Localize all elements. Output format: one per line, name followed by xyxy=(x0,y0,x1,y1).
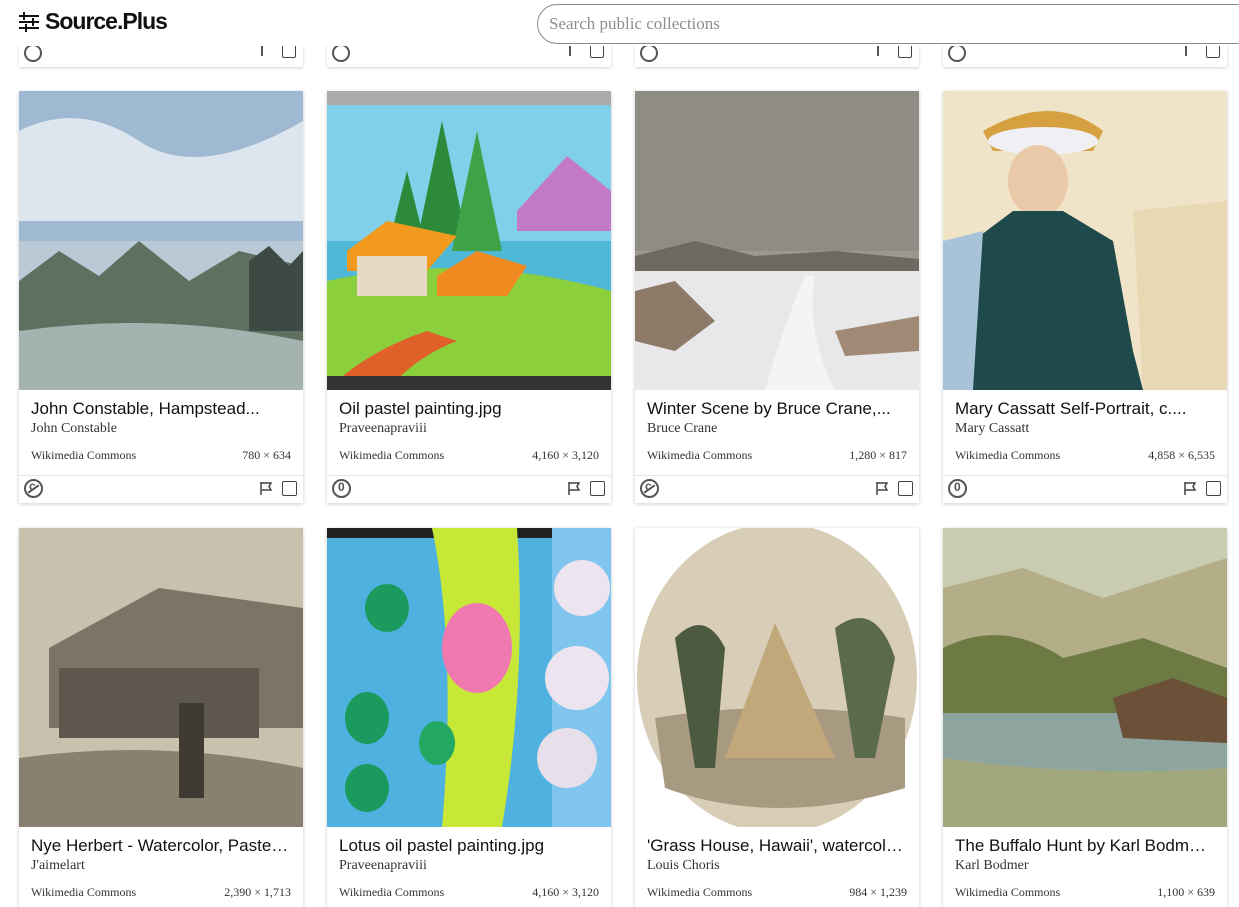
top-header: Source.Plus xyxy=(0,0,1239,46)
card-source: Wikimedia Commons xyxy=(955,448,1061,462)
card-source: Wikimedia Commons xyxy=(339,448,445,462)
card-author[interactable]: J'aimelart xyxy=(31,857,291,875)
flag-icon[interactable] xyxy=(259,481,273,496)
card-thumbnail[interactable] xyxy=(19,528,303,827)
public-domain-icon xyxy=(640,479,659,498)
card-thumbnail[interactable] xyxy=(327,91,611,390)
card-author[interactable]: Mary Cassatt xyxy=(955,420,1215,438)
select-checkbox[interactable] xyxy=(1206,481,1221,496)
flag-icon[interactable] xyxy=(1185,46,1195,56)
card-author[interactable]: Louis Choris xyxy=(647,857,907,875)
card-source: Wikimedia Commons xyxy=(955,885,1061,899)
card-thumbnail[interactable] xyxy=(327,528,611,827)
card-thumbnail[interactable] xyxy=(943,528,1227,827)
select-checkbox[interactable] xyxy=(1206,44,1220,58)
flag-icon[interactable] xyxy=(877,46,887,56)
cc0-icon xyxy=(948,479,967,498)
card-title[interactable]: Lotus oil pastel painting.jpg xyxy=(339,835,599,857)
card-author[interactable]: John Constable xyxy=(31,420,291,438)
license-icon xyxy=(24,44,42,62)
card-thumbnail[interactable] xyxy=(19,91,303,390)
card-title[interactable]: Winter Scene by Bruce Crane,... xyxy=(647,398,907,420)
card-thumbnail[interactable] xyxy=(635,528,919,827)
search-bar[interactable] xyxy=(537,4,1239,44)
select-checkbox[interactable] xyxy=(898,44,912,58)
select-checkbox[interactable] xyxy=(590,481,605,496)
card-title[interactable]: John Constable, Hampstead... xyxy=(31,398,291,420)
flag-icon[interactable] xyxy=(261,46,271,56)
license-icon xyxy=(948,44,966,62)
license-icon xyxy=(640,44,658,62)
image-card[interactable]: John Constable, Hampstead... John Consta… xyxy=(19,91,303,503)
card-title[interactable]: 'Grass House, Hawaii', watercolo... xyxy=(647,835,907,857)
image-card[interactable]: 'Grass House, Hawaii', watercolo... Loui… xyxy=(635,528,919,907)
card-author[interactable]: Praveenapraviii xyxy=(339,420,599,438)
logo-icon xyxy=(19,11,39,32)
card-divider xyxy=(943,475,1227,476)
card-divider xyxy=(19,475,303,476)
cc0-icon xyxy=(332,479,351,498)
flag-icon[interactable] xyxy=(1183,481,1197,496)
card-dimensions: 780 × 634 xyxy=(242,448,291,462)
card-dimensions: 984 × 1,239 xyxy=(849,885,907,899)
image-card[interactable]: Oil pastel painting.jpg Praveenapraviii … xyxy=(327,91,611,503)
card-dimensions: 1,280 × 817 xyxy=(849,448,907,462)
logo-text: Source.Plus xyxy=(45,8,168,34)
card-title[interactable]: Mary Cassatt Self-Portrait, c.... xyxy=(955,398,1215,420)
image-card[interactable]: Mary Cassatt Self-Portrait, c.... Mary C… xyxy=(943,91,1227,503)
card-divider xyxy=(327,475,611,476)
select-checkbox[interactable] xyxy=(898,481,913,496)
card-source: Wikimedia Commons xyxy=(31,448,137,462)
card-source: Wikimedia Commons xyxy=(339,885,445,899)
flag-icon[interactable] xyxy=(875,481,889,496)
flag-icon[interactable] xyxy=(569,46,579,56)
card-title[interactable]: The Buffalo Hunt by Karl Bodmer,... xyxy=(955,835,1215,857)
search-input[interactable] xyxy=(538,5,1239,43)
card-author[interactable]: Karl Bodmer xyxy=(955,857,1215,875)
site-logo[interactable]: Source.Plus xyxy=(18,8,168,35)
card-dimensions: 4,858 × 6,535 xyxy=(1148,448,1215,462)
select-checkbox[interactable] xyxy=(282,44,296,58)
card-author[interactable]: Praveenapraviii xyxy=(339,857,599,875)
select-checkbox[interactable] xyxy=(282,481,297,496)
card-thumbnail[interactable] xyxy=(943,91,1227,390)
image-card[interactable]: Lotus oil pastel painting.jpg Praveenapr… xyxy=(327,528,611,907)
license-icon xyxy=(332,44,350,62)
card-source: Wikimedia Commons xyxy=(647,448,753,462)
card-thumbnail[interactable] xyxy=(635,91,919,390)
card-title[interactable]: Nye Herbert - Watercolor, Pastel ... xyxy=(31,835,291,857)
card-author[interactable]: Bruce Crane xyxy=(647,420,907,438)
image-card[interactable]: Nye Herbert - Watercolor, Pastel ... J'a… xyxy=(19,528,303,907)
card-divider xyxy=(635,475,919,476)
card-source: Wikimedia Commons xyxy=(31,885,137,899)
select-checkbox[interactable] xyxy=(590,44,604,58)
image-card[interactable]: Winter Scene by Bruce Crane,... Bruce Cr… xyxy=(635,91,919,503)
card-source: Wikimedia Commons xyxy=(647,885,753,899)
public-domain-icon xyxy=(24,479,43,498)
card-title[interactable]: Oil pastel painting.jpg xyxy=(339,398,599,420)
image-card[interactable]: The Buffalo Hunt by Karl Bodmer,... Karl… xyxy=(943,528,1227,907)
card-dimensions: 4,160 × 3,120 xyxy=(532,448,599,462)
card-dimensions: 4,160 × 3,120 xyxy=(532,885,599,899)
card-dimensions: 1,100 × 639 xyxy=(1157,885,1215,899)
card-dimensions: 2,390 × 1,713 xyxy=(224,885,291,899)
flag-icon[interactable] xyxy=(567,481,581,496)
